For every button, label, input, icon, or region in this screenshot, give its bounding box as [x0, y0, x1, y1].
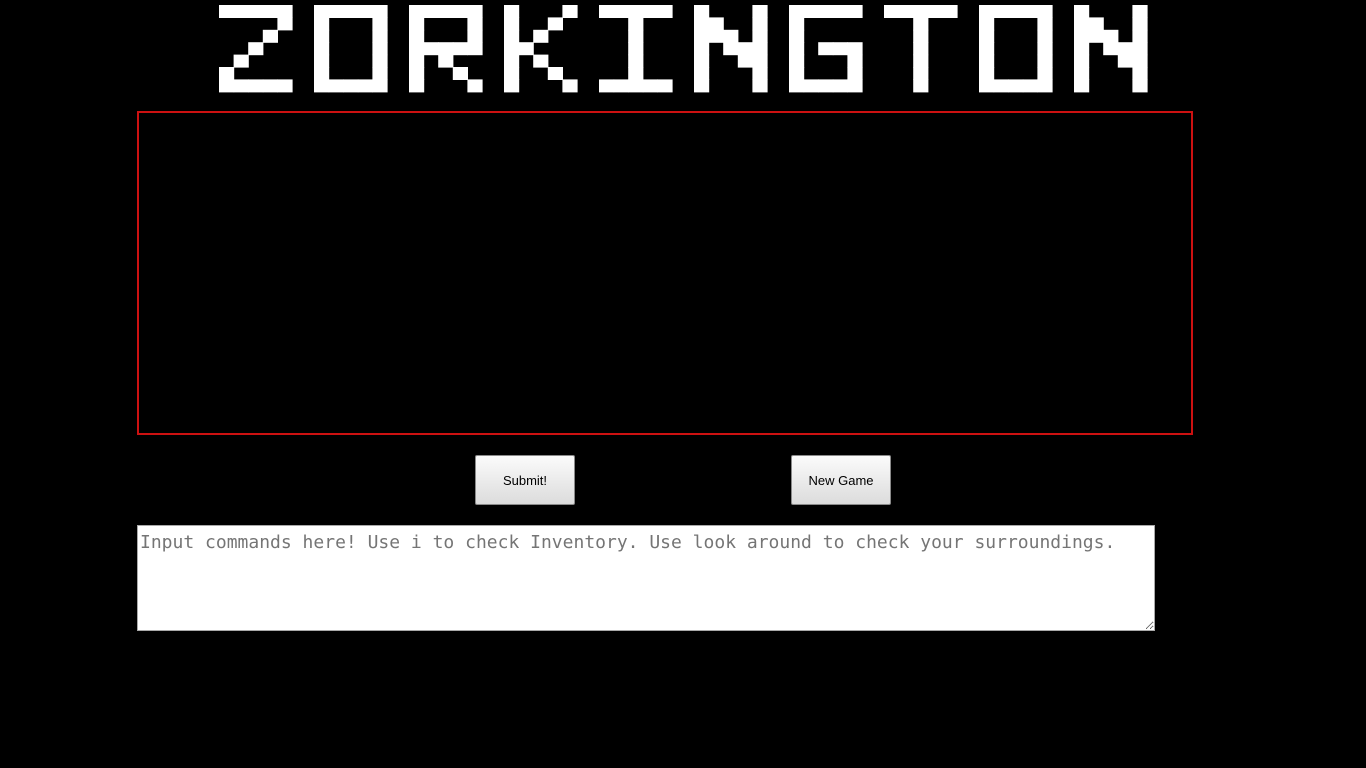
- title-letter: [694, 5, 768, 93]
- page-title: [219, 5, 1148, 93]
- game-page: Submit! New Game: [0, 0, 1366, 768]
- title-letter: [1074, 5, 1148, 93]
- title-letter: [884, 5, 958, 93]
- new-game-button[interactable]: New Game: [791, 455, 891, 505]
- game-output-panel: [137, 111, 1193, 435]
- title-letter: [789, 5, 863, 93]
- title-banner: [0, 0, 1366, 100]
- title-letter: [599, 5, 673, 93]
- title-letter: [314, 5, 388, 93]
- submit-button[interactable]: Submit!: [475, 455, 575, 505]
- title-letter: [504, 5, 578, 93]
- title-letter: [979, 5, 1053, 93]
- title-letter: [409, 5, 483, 93]
- title-letter: [219, 5, 293, 93]
- command-input[interactable]: [137, 525, 1155, 631]
